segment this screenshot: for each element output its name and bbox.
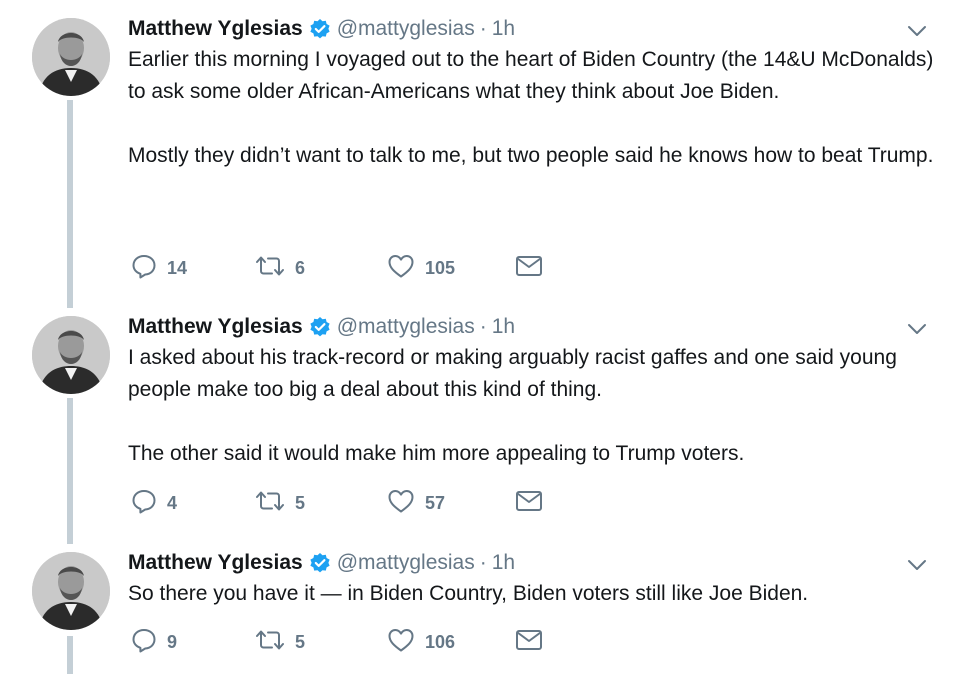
timestamp[interactable]: 1h xyxy=(492,17,515,41)
tweet-paragraph: The other said it would make him more ap… xyxy=(128,442,745,465)
direct-message-icon xyxy=(515,490,543,517)
retweet-count: 6 xyxy=(295,257,306,278)
retweet-button[interactable]: 5 xyxy=(255,627,305,657)
direct-message-icon xyxy=(515,255,543,282)
verified-badge-icon xyxy=(309,552,331,574)
reply-button[interactable]: 14 xyxy=(131,253,187,283)
direct-message-button[interactable] xyxy=(515,488,543,518)
direct-message-button[interactable] xyxy=(515,627,543,657)
reply-icon xyxy=(131,253,157,284)
like-count: 57 xyxy=(425,492,446,513)
avatar-portrait-icon xyxy=(32,552,110,630)
author-name[interactable]: Matthew Yglesias xyxy=(128,315,303,339)
tweet-paragraph: Earlier this morning I voyaged out to th… xyxy=(128,48,934,103)
avatar-portrait-icon xyxy=(32,316,110,394)
retweet-icon xyxy=(255,489,285,518)
reply-button[interactable]: 9 xyxy=(131,627,177,657)
verified-badge-icon xyxy=(309,18,331,40)
tweet-text: So there you have it — in Biden Country,… xyxy=(128,578,948,610)
like-button[interactable]: 105 xyxy=(387,253,455,283)
author-handle[interactable]: @mattyglesias xyxy=(337,315,475,339)
tweet-paragraph: I asked about his track-record or making… xyxy=(128,346,897,401)
retweet-icon xyxy=(255,254,285,283)
author-handle[interactable]: @mattyglesias xyxy=(337,551,475,575)
tweet-paragraph: Mostly they didn’t want to talk to me, b… xyxy=(128,144,934,167)
reply-count: 14 xyxy=(167,257,188,278)
separator-dot: · xyxy=(479,17,487,40)
separator-dot: · xyxy=(479,315,487,338)
tweet[interactable]: Matthew Yglesias @mattyglesias · 1h Earl… xyxy=(0,14,974,294)
tweet-actions: 14 6 105 xyxy=(131,253,551,283)
chevron-down-icon[interactable] xyxy=(906,318,928,340)
tweet[interactable]: Matthew Yglesias @mattyglesias · 1h I as… xyxy=(0,312,974,534)
timestamp[interactable]: 1h xyxy=(492,551,515,575)
reply-count: 9 xyxy=(167,631,178,652)
tweet-header: Matthew Yglesias @mattyglesias · 1h xyxy=(128,548,515,578)
like-count: 106 xyxy=(425,631,456,652)
avatar[interactable] xyxy=(32,18,110,96)
like-button[interactable]: 106 xyxy=(387,627,455,657)
tweet-header: Matthew Yglesias @mattyglesias · 1h xyxy=(128,312,515,342)
retweet-button[interactable]: 6 xyxy=(255,253,305,283)
retweet-count: 5 xyxy=(295,492,306,513)
direct-message-icon xyxy=(515,629,543,656)
author-handle[interactable]: @mattyglesias xyxy=(337,17,475,41)
reply-icon xyxy=(131,627,157,658)
chevron-down-icon[interactable] xyxy=(906,20,928,42)
author-name[interactable]: Matthew Yglesias xyxy=(128,17,303,41)
separator-dot: · xyxy=(479,551,487,574)
avatar[interactable] xyxy=(32,316,110,394)
reply-icon xyxy=(131,488,157,519)
retweet-count: 5 xyxy=(295,631,306,652)
like-icon xyxy=(387,627,415,658)
tweet-header: Matthew Yglesias @mattyglesias · 1h xyxy=(128,14,515,44)
tweet-text: Earlier this morning I voyaged out to th… xyxy=(128,44,948,172)
author-name[interactable]: Matthew Yglesias xyxy=(128,551,303,575)
tweet-actions: 9 5 106 xyxy=(131,627,551,657)
tweet-text: I asked about his track-record or making… xyxy=(128,342,948,470)
reply-button[interactable]: 4 xyxy=(131,488,177,518)
retweet-icon xyxy=(255,628,285,657)
like-button[interactable]: 57 xyxy=(387,488,445,518)
tweet-paragraph: So there you have it — in Biden Country,… xyxy=(128,582,809,605)
verified-badge-icon xyxy=(309,316,331,338)
chevron-down-icon[interactable] xyxy=(906,554,928,576)
tweet-actions: 4 5 57 xyxy=(131,488,551,518)
like-count: 105 xyxy=(425,257,456,278)
timestamp[interactable]: 1h xyxy=(492,315,515,339)
direct-message-button[interactable] xyxy=(515,253,543,283)
like-icon xyxy=(387,253,415,284)
avatar[interactable] xyxy=(32,552,110,630)
tweet[interactable]: Matthew Yglesias @mattyglesias · 1h So t… xyxy=(0,548,974,674)
reply-count: 4 xyxy=(167,492,178,513)
avatar-portrait-icon xyxy=(32,18,110,96)
retweet-button[interactable]: 5 xyxy=(255,488,305,518)
like-icon xyxy=(387,488,415,519)
